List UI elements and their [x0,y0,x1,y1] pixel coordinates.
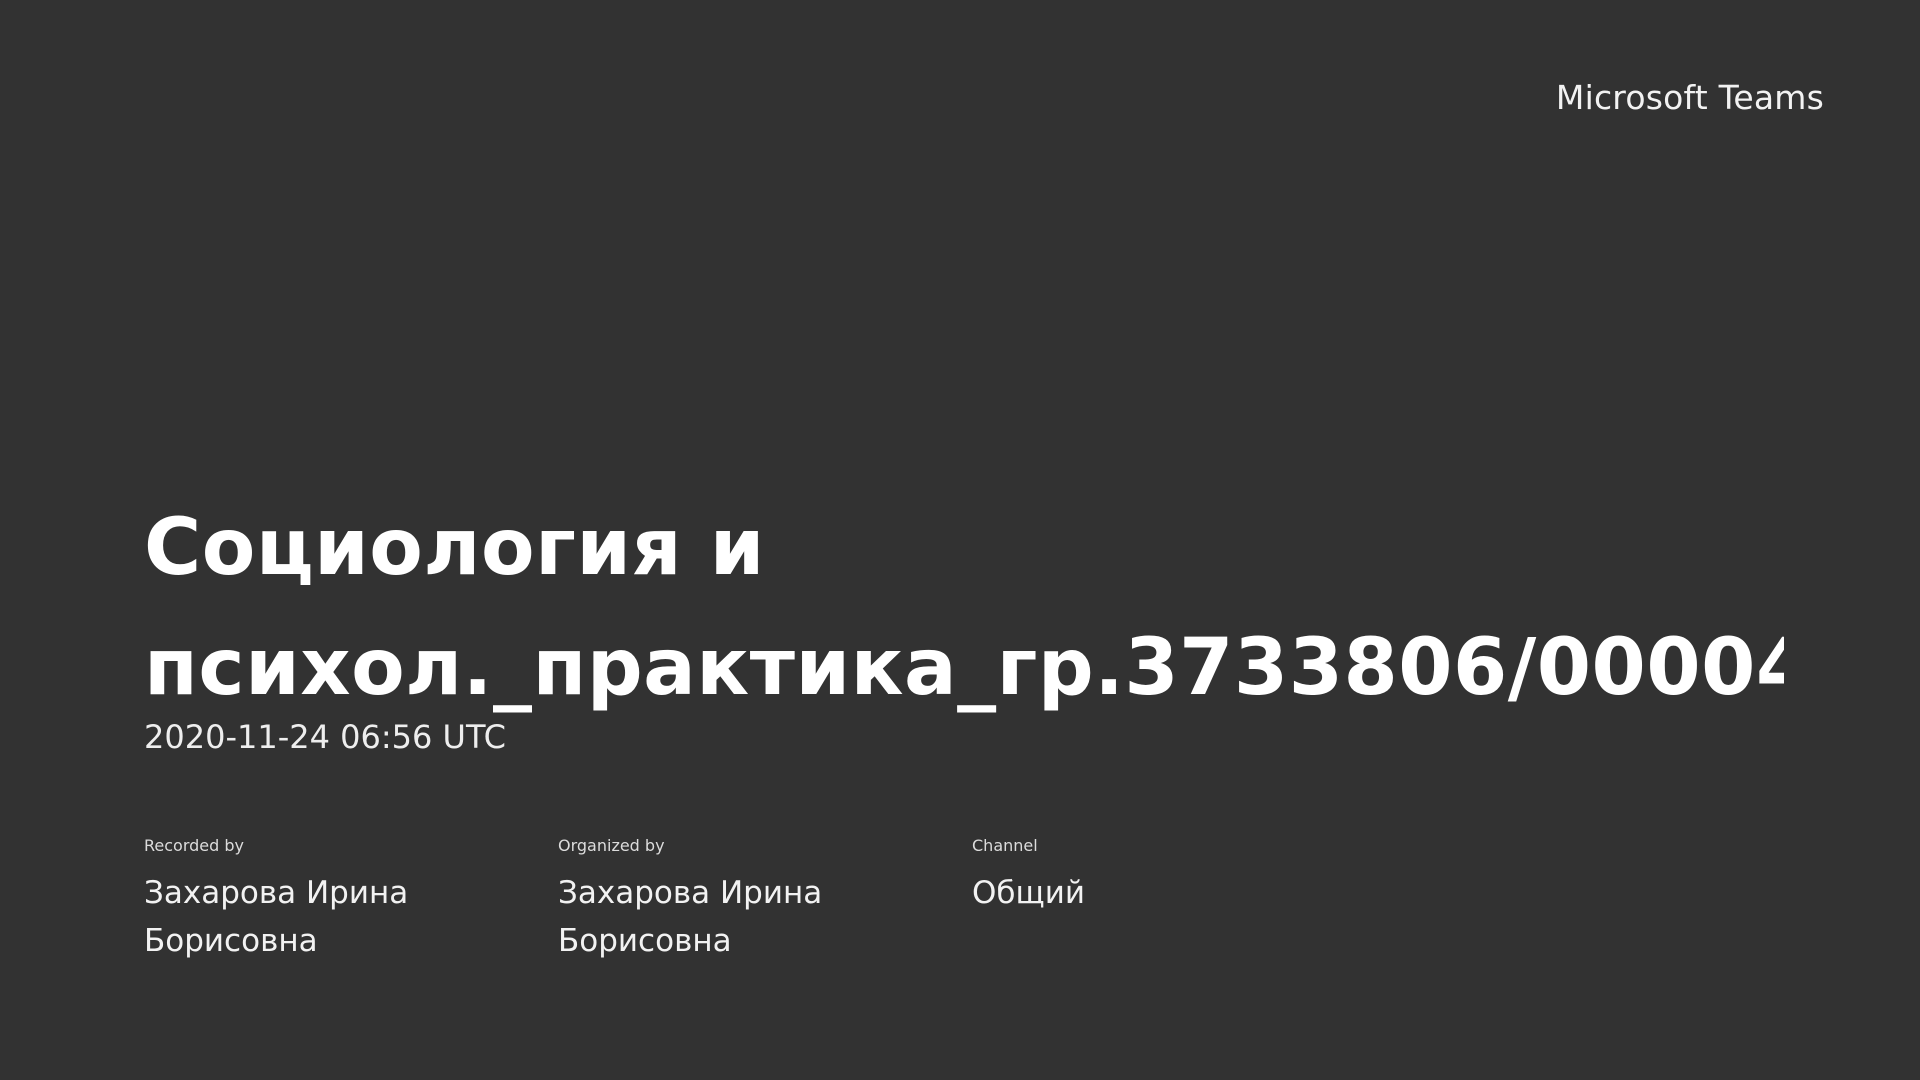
meeting-info: Социология и психол._практика_гр.3733806… [144,488,1784,756]
recording-title-card: Microsoft Teams Социология и психол._пра… [0,0,1920,1080]
recorded-by-value: Захарова Ирина Борисовна [144,875,409,959]
app-brand-label: Microsoft Teams [1555,78,1824,117]
channel-label: Channel [972,836,1038,855]
organized-by-field: Organized by Захарова Ирина Борисовна [558,836,972,965]
meeting-details: Recorded by Захарова Ирина Борисовна Org… [144,836,1386,965]
organized-by-label: Organized by [558,836,665,855]
meeting-title: Социология и психол._практика_гр.3733806… [144,488,1784,728]
channel-value: Общий [972,875,1086,911]
meeting-title-line-1: Социология и [144,503,765,593]
recorded-by-label: Recorded by [144,836,244,855]
organized-by-value: Захарова Ирина Борисовна [558,875,823,959]
meeting-title-line-2: психол._практика_гр.3733806/00004... [144,623,1784,713]
recorded-by-field: Recorded by Захарова Ирина Борисовна [144,836,558,965]
channel-field: Channel Общий [972,836,1386,965]
